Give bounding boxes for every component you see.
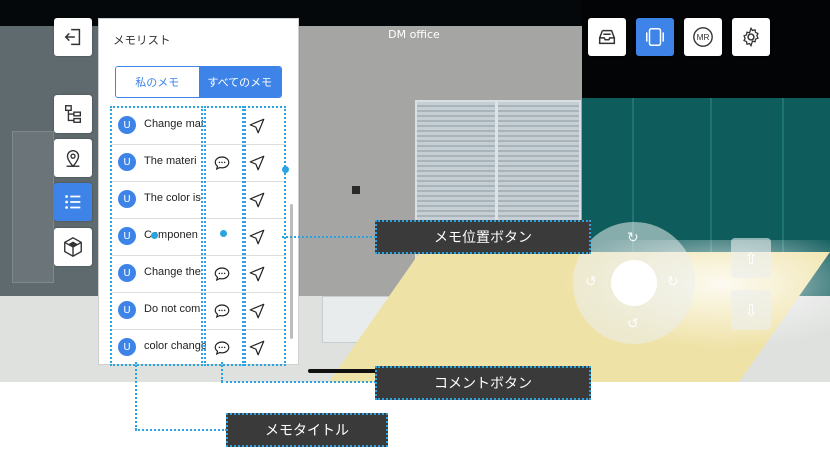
move-down-button[interactable]: ⇩ <box>731 290 771 330</box>
sidebar-item-objects[interactable] <box>54 228 92 266</box>
memo-location-button-callout: メモ位置ボタン <box>375 220 591 254</box>
move-joystick[interactable]: ↻ ↺ ↻ ↺ <box>573 222 695 344</box>
mr-icon: MR <box>693 27 713 47</box>
sidebar-item-memo-list[interactable] <box>54 183 92 221</box>
exit-button[interactable] <box>54 18 92 56</box>
device-view-button[interactable] <box>636 18 674 56</box>
gear-icon <box>743 26 759 48</box>
panel-title: メモリスト <box>113 33 171 47</box>
rotate-up-icon: ↻ <box>627 230 639 246</box>
sidebar-item-location[interactable] <box>54 139 92 177</box>
move-up-button[interactable]: ⇧ <box>731 238 771 278</box>
arrow-down-icon: ⇩ <box>744 300 758 320</box>
rotate-left-icon: ↺ <box>585 274 597 290</box>
memo-marker[interactable] <box>352 186 360 194</box>
arrow-up-icon: ⇧ <box>744 248 758 268</box>
mr-button[interactable]: MR <box>684 18 722 56</box>
scrollbar[interactable] <box>290 204 293 339</box>
tab-all-memos[interactable]: すべてのメモ <box>198 67 281 97</box>
rotate-right-icon: ↻ <box>667 274 679 290</box>
tray-icon <box>598 29 616 45</box>
rotate-down-icon: ↺ <box>627 316 639 332</box>
joystick-knob[interactable] <box>611 260 657 306</box>
comment-button-callout: コメントボタン <box>375 366 591 400</box>
exit-icon <box>64 28 81 46</box>
sidebar-item-tree[interactable] <box>54 95 92 133</box>
memo-filter-tabs: 私のメモ すべてのメモ <box>115 66 282 98</box>
map-pin-icon <box>66 150 80 168</box>
tray-button[interactable] <box>588 18 626 56</box>
list-icon <box>65 195 81 209</box>
svg-text:MR: MR <box>697 33 710 42</box>
settings-button[interactable] <box>732 18 770 56</box>
scene-title: DM office <box>388 28 440 41</box>
memo-title-callout: メモタイトル <box>226 413 388 447</box>
device-frame-icon <box>646 28 664 46</box>
location-button-highlight <box>244 106 286 366</box>
tab-my-memos[interactable]: 私のメモ <box>116 67 199 97</box>
cube-icon <box>64 237 82 257</box>
tree-icon <box>64 105 82 123</box>
